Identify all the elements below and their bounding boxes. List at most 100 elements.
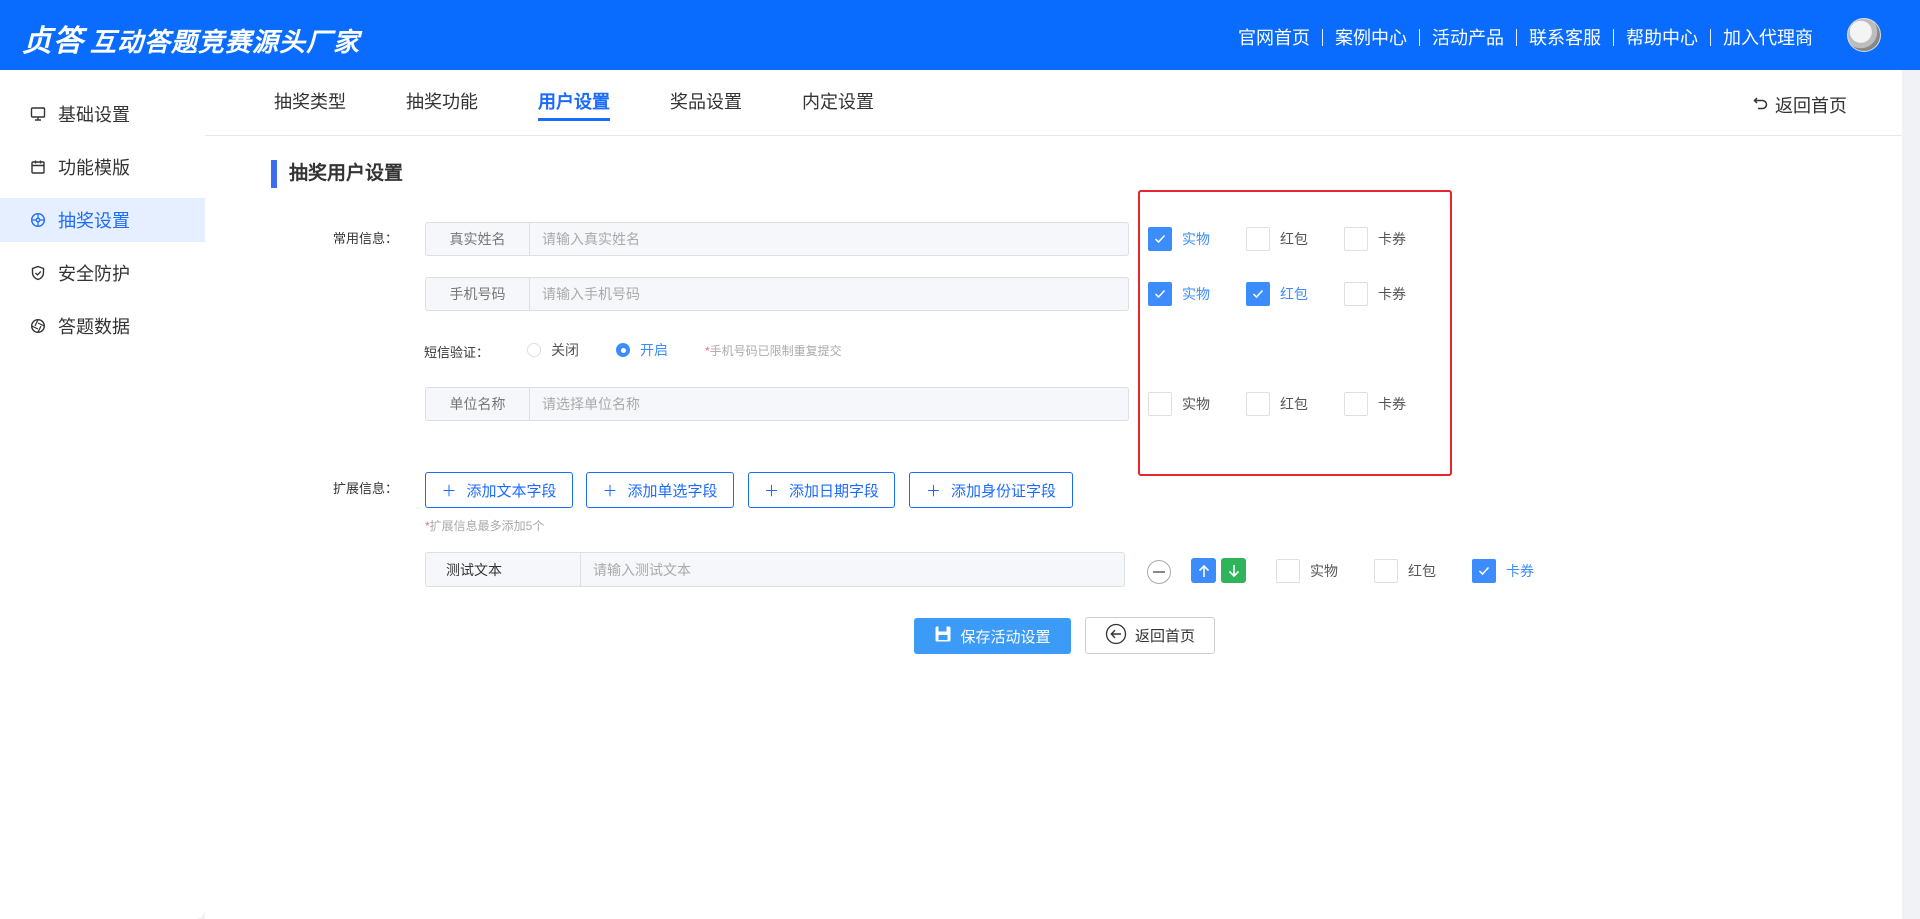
company-prize-redpacket[interactable]: 红包: [1246, 392, 1308, 416]
nav-divider: [1710, 28, 1711, 46]
sidebar-item-lottery[interactable]: 抽奖设置: [0, 198, 205, 242]
nav-cases[interactable]: 案例中心: [1323, 24, 1419, 50]
checkbox: [1276, 559, 1300, 583]
back-arrow-circle-icon: [1105, 623, 1127, 649]
top-header: 贞答 互动答题竞赛源头厂家 官网首页 案例中心 活动产品 联系客服 帮助中心 加入…: [0, 0, 1920, 70]
checkbox-label: 实物: [1182, 231, 1210, 247]
move-down-arrow-icon[interactable]: [1221, 558, 1246, 583]
aperture-icon: [30, 318, 46, 334]
plus-icon: ＋: [602, 482, 618, 500]
brand-name: 贞答: [22, 25, 84, 58]
sms-on-radio[interactable]: 开启: [616, 340, 668, 360]
company-field: 单位名称: [425, 387, 1129, 421]
button-label: 添加身份证字段: [951, 482, 1057, 500]
company-prize-physical[interactable]: 实物: [1148, 392, 1210, 416]
phone-input[interactable]: [530, 278, 1128, 310]
checkbox-label: 实物: [1182, 286, 1210, 302]
remove-field-icon[interactable]: [1147, 560, 1171, 584]
field-prefix: 真实姓名: [426, 223, 530, 255]
brand-slogan: 互动答题竞赛源头厂家: [90, 27, 361, 57]
extended-hint: *扩展信息最多添加5个: [425, 519, 545, 533]
sidebar-item-templates[interactable]: 功能模版: [0, 145, 205, 189]
test-text-input[interactable]: [581, 553, 1124, 586]
radio-dot: [616, 343, 630, 357]
plus-icon: ＋: [441, 482, 457, 500]
name-prize-physical[interactable]: 实物: [1148, 227, 1210, 251]
field-prefix: 测试文本: [426, 553, 581, 586]
company-input[interactable]: [530, 388, 1128, 420]
save-settings-button[interactable]: 保存活动设置: [914, 618, 1071, 654]
sidebar-item-basic[interactable]: 基础设置: [0, 92, 205, 136]
checkbox-label: 实物: [1310, 563, 1338, 579]
add-text-field-button[interactable]: ＋ 添加文本字段: [425, 472, 573, 508]
ext-prize-coupon[interactable]: 卡券: [1472, 559, 1534, 583]
top-nav: 官网首页 案例中心 活动产品 联系客服 帮助中心 加入代理商: [1226, 24, 1825, 50]
test-text-field: 测试文本: [425, 552, 1125, 587]
return-home-button[interactable]: 返回首页: [1085, 617, 1215, 654]
checkbox: [1246, 282, 1270, 306]
sidebar-item-label: 功能模版: [58, 158, 130, 178]
name-prize-coupon[interactable]: 卡券: [1344, 227, 1406, 251]
name-prize-redpacket[interactable]: 红包: [1246, 227, 1308, 251]
plus-icon: ＋: [925, 482, 941, 500]
sidebar-item-data[interactable]: 答题数据: [0, 304, 205, 348]
phone-prize-coupon[interactable]: 卡券: [1344, 282, 1406, 306]
checkbox: [1472, 559, 1496, 583]
phone-prize-physical[interactable]: 实物: [1148, 282, 1210, 306]
field-prefix: 单位名称: [426, 388, 530, 420]
radio-label: 关闭: [551, 342, 579, 358]
move-up-arrow-icon[interactable]: [1191, 558, 1216, 583]
tab-lottery-type[interactable]: 抽奖类型: [274, 88, 346, 114]
sidebar-item-label: 基础设置: [58, 105, 130, 125]
back-home-link[interactable]: 返回首页: [1753, 92, 1847, 118]
nav-divider: [1516, 28, 1517, 46]
brand-logo[interactable]: 贞答 互动答题竞赛源头厂家: [22, 16, 360, 60]
company-prize-coupon[interactable]: 卡券: [1344, 392, 1406, 416]
checkbox-label: 卡券: [1378, 286, 1406, 302]
ext-prize-physical[interactable]: 实物: [1276, 559, 1338, 583]
common-info-label: 常用信息：: [333, 231, 399, 246]
button-label: 返回首页: [1134, 628, 1195, 645]
tab-user-settings[interactable]: 用户设置: [538, 88, 610, 121]
nav-products[interactable]: 活动产品: [1420, 24, 1516, 50]
checkbox: [1246, 392, 1270, 416]
checkbox: [1374, 559, 1398, 583]
add-radio-field-button[interactable]: ＋ 添加单选字段: [586, 472, 734, 508]
checkbox-label: 卡券: [1378, 396, 1406, 412]
nav-divider: [1322, 28, 1323, 46]
checkbox: [1246, 227, 1270, 251]
nav-divider: [1419, 28, 1420, 46]
save-icon: [934, 625, 952, 647]
tab-prize-settings[interactable]: 奖品设置: [670, 88, 742, 114]
real-name-input[interactable]: [530, 223, 1128, 255]
tab-lottery-function[interactable]: 抽奖功能: [406, 88, 478, 114]
add-date-field-button[interactable]: ＋ 添加日期字段: [748, 472, 895, 508]
tab-bar: 抽奖类型 抽奖功能 用户设置 奖品设置 内定设置 返回首页: [205, 70, 1902, 136]
extended-info-label: 扩展信息：: [333, 481, 399, 496]
section-title: 抽奖用户设置: [271, 160, 403, 188]
sms-hint: *手机号码已限制重复提交: [705, 344, 842, 358]
checkbox: [1344, 227, 1368, 251]
nav-home[interactable]: 官网首页: [1226, 24, 1322, 50]
sidebar-item-security[interactable]: 安全防护: [0, 251, 205, 295]
checkbox-label: 红包: [1408, 563, 1436, 579]
phone-prize-redpacket[interactable]: 红包: [1246, 282, 1308, 306]
checkbox-label: 卡券: [1378, 231, 1406, 247]
plus-icon: ＋: [763, 482, 779, 500]
calendar-icon: [30, 159, 46, 175]
phone-field: 手机号码: [425, 277, 1129, 311]
nav-agent[interactable]: 加入代理商: [1711, 24, 1825, 50]
user-avatar[interactable]: [1847, 18, 1881, 52]
tab-preset-settings[interactable]: 内定设置: [802, 88, 874, 114]
nav-support[interactable]: 联系客服: [1517, 24, 1613, 50]
checkbox: [1148, 392, 1172, 416]
page-scrollbar[interactable]: [1902, 70, 1920, 919]
sms-off-radio[interactable]: 关闭: [527, 340, 579, 360]
sidebar-item-label: 抽奖设置: [58, 211, 130, 231]
sidebar-item-label: 答题数据: [58, 317, 130, 337]
checkbox-label: 卡券: [1506, 563, 1534, 579]
add-id-field-button[interactable]: ＋ 添加身份证字段: [909, 472, 1073, 508]
nav-help[interactable]: 帮助中心: [1614, 24, 1710, 50]
field-prefix: 手机号码: [426, 278, 530, 310]
ext-prize-redpacket[interactable]: 红包: [1374, 559, 1436, 583]
